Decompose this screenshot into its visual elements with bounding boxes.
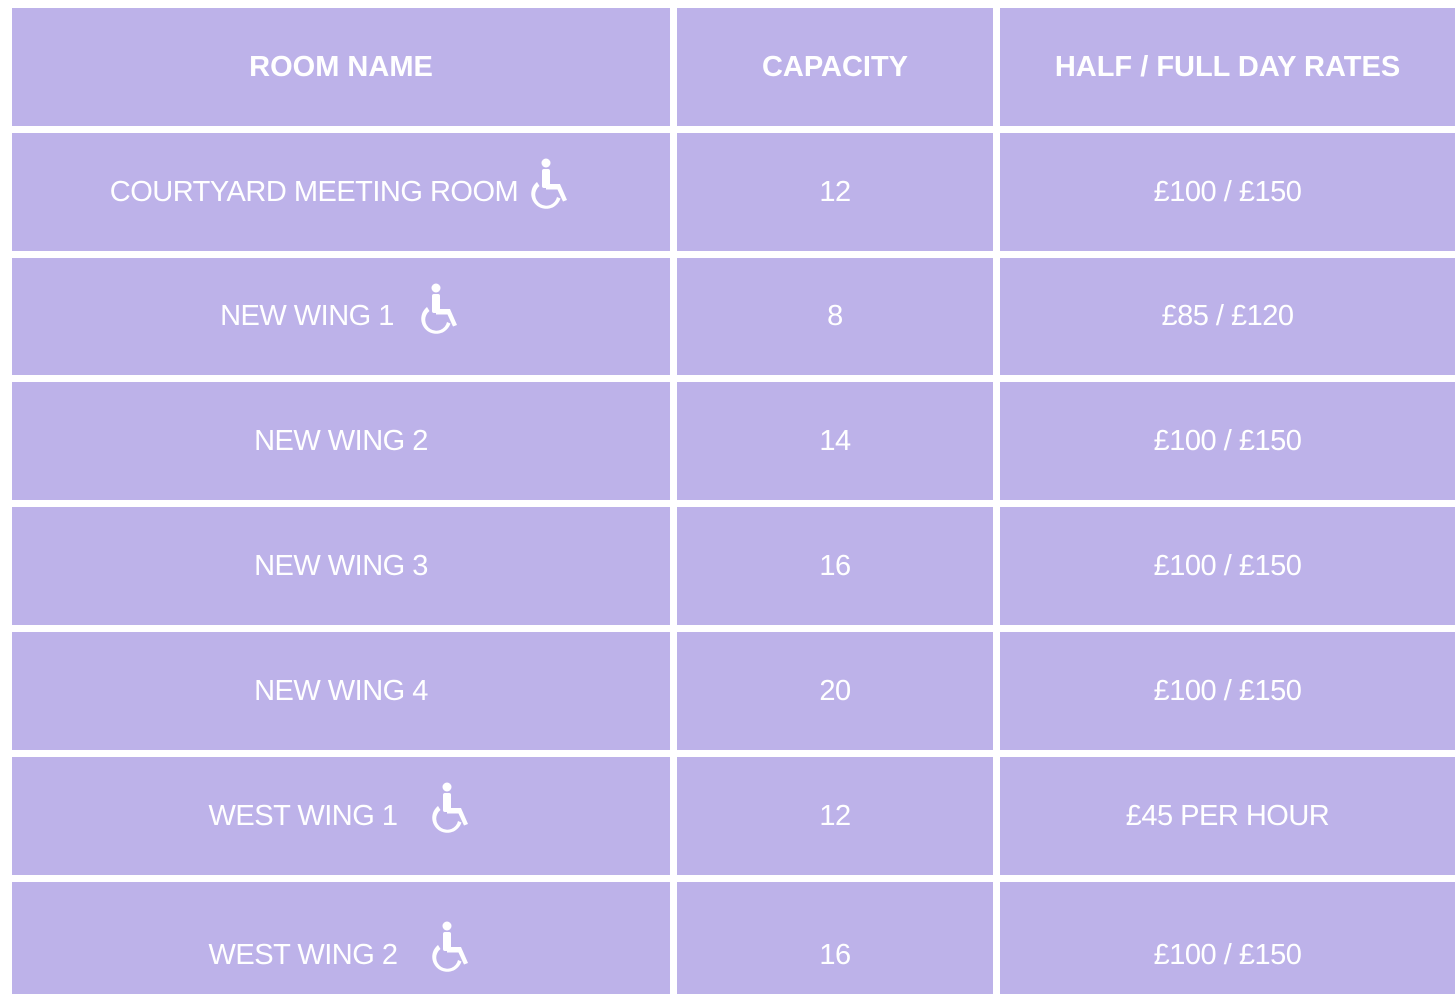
room-name-cell: NEW WING 4 [12,632,670,750]
room-name-cell: WEST WING 1 [12,757,670,875]
rate-cell: £85 / £120 [1000,258,1455,375]
capacity-cell: 8 [677,258,993,375]
capacity-cell: 14 [677,382,993,500]
wheelchair-accessible-icon [420,283,462,337]
room-name-cell: NEW WING 2 [12,382,670,500]
header-room-name: ROOM NAME [12,8,670,126]
capacity-cell: 16 [677,507,993,625]
header-rates: HALF / FULL DAY RATES [1000,8,1455,126]
capacity-cell: 12 [677,757,993,875]
rate-cell: £100 / £150 [1000,133,1455,251]
header-capacity: CAPACITY [677,8,993,126]
room-name-cell: WEST WING 2 [12,882,670,994]
capacity-cell: 12 [677,133,993,251]
room-name: NEW WING 4 [254,674,428,707]
room-name-cell: NEW WING 3 [12,507,670,625]
rate-cell: £100 / £150 [1000,882,1455,994]
rate-cell: £100 / £150 [1000,507,1455,625]
room-name: NEW WING 1 [220,300,394,332]
room-name: COURTYARD MEETING ROOM [109,175,519,208]
room-name: NEW WING 3 [254,549,428,582]
rate-cell: £45 PER HOUR [1000,757,1455,875]
room-name-cell: COURTYARD MEETING ROOM [12,133,670,251]
wheelchair-accessible-icon [431,782,473,836]
wheelchair-accessible-icon [431,921,473,975]
capacity-cell: 16 [677,882,993,994]
room-rates-table: ROOM NAME CAPACITY HALF / FULL DAY RATES… [0,0,1455,994]
room-name: WEST WING 1 [208,799,398,832]
wheelchair-accessible-icon [530,158,572,212]
capacity-cell: 20 [677,632,993,750]
room-name-cell: NEW WING 1 [12,258,670,375]
rate-cell: £100 / £150 [1000,382,1455,500]
rate-cell: £100 / £150 [1000,632,1455,750]
room-name: WEST WING 2 [208,938,398,971]
room-name: NEW WING 2 [254,424,428,457]
